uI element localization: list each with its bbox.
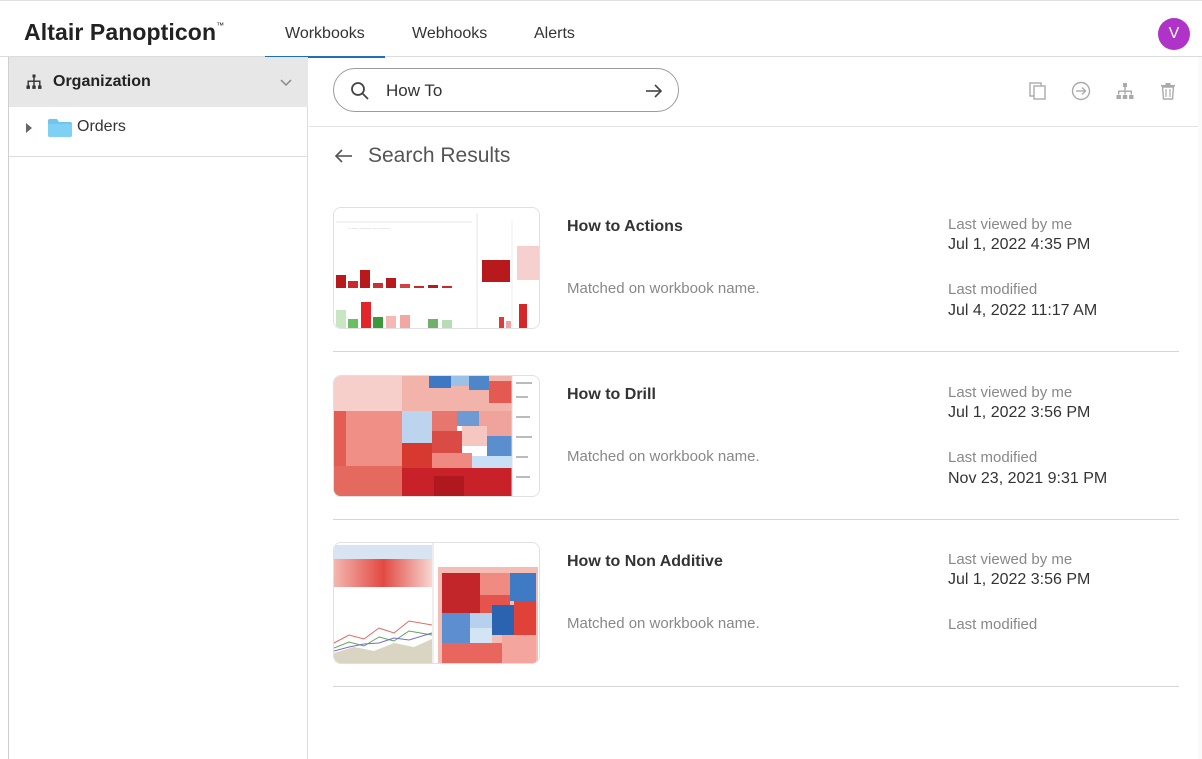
last-modified-label: Last modified (948, 616, 1038, 633)
search-input[interactable] (386, 78, 626, 104)
last-modified-value: Nov 23, 2021 9:31 PM (948, 470, 1108, 487)
folder-icon (48, 119, 72, 137)
svg-text:~ ~~~ ~~~~~ ~~ ~~~~~: ~ ~~~ ~~~~~ ~~ ~~~~~ (348, 226, 390, 231)
sidebar-title: Organization (53, 73, 151, 90)
thumbnail-image (334, 376, 539, 496)
back-arrow-icon[interactable] (333, 147, 353, 165)
result-item[interactable]: ~ ~~~ ~~~~~ ~~ ~~~~~ How to Actions Matc… (333, 184, 1179, 352)
last-viewed-value: Jul 1, 2022 3:56 PM (948, 404, 1091, 421)
last-viewed-value: Jul 1, 2022 3:56 PM (948, 571, 1091, 588)
match-reason: Matched on workbook name. (567, 448, 760, 465)
workbook-name[interactable]: How to Non Additive (567, 553, 723, 571)
workbook-name[interactable]: How to Drill (567, 386, 656, 404)
scrollbar[interactable] (1198, 57, 1202, 759)
tree-item-orders[interactable]: Orders (9, 107, 308, 157)
last-modified-label: Last modified (948, 449, 1038, 466)
workbook-name[interactable]: How to Actions (567, 218, 683, 236)
thumbnail-image (334, 543, 539, 663)
match-reason: Matched on workbook name. (567, 280, 760, 297)
tree-item-label: Orders (77, 118, 126, 135)
search-box (333, 68, 679, 112)
tab-workbooks[interactable]: Workbooks (265, 14, 385, 58)
thumbnail-image: ~ ~~~ ~~~~~ ~~ ~~~~~ (334, 208, 539, 328)
results-title: Search Results (368, 144, 511, 167)
hierarchy-icon[interactable] (1115, 81, 1135, 101)
last-viewed-label: Last viewed by me (948, 216, 1073, 233)
tab-label: Webhooks (412, 25, 488, 42)
result-item[interactable]: How to Drill Matched on workbook name. L… (333, 352, 1179, 520)
copy-icon[interactable] (1028, 81, 1048, 101)
match-reason: Matched on workbook name. (567, 615, 760, 632)
last-modified-value: Jul 4, 2022 11:17 AM (948, 302, 1098, 319)
last-viewed-value: Jul 1, 2022 4:35 PM (948, 236, 1091, 253)
tab-label: Alerts (534, 25, 575, 42)
trash-icon[interactable] (1158, 81, 1178, 101)
tab-webhooks[interactable]: Webhooks (392, 14, 507, 58)
result-item[interactable]: How to Non Additive Matched on workbook … (333, 519, 1179, 687)
workbook-thumbnail[interactable]: ~ ~~~ ~~~~~ ~~ ~~~~~ (333, 207, 540, 329)
last-modified-label: Last modified (948, 281, 1038, 298)
app-logo: Altair Panopticon™ (24, 19, 225, 45)
main-toolbar (309, 57, 1202, 127)
last-viewed-label: Last viewed by me (948, 384, 1073, 401)
caret-right-icon[interactable] (25, 123, 33, 133)
top-bar: Altair Panopticon™ Workbooks Webhooks Al… (0, 0, 1202, 58)
move-icon[interactable] (1071, 81, 1091, 101)
chevron-down-icon[interactable] (279, 75, 293, 89)
search-icon (351, 82, 369, 100)
arrow-right-icon[interactable] (644, 81, 664, 101)
last-viewed-label: Last viewed by me (948, 551, 1073, 568)
tab-alerts[interactable]: Alerts (514, 14, 595, 58)
workbook-thumbnail[interactable] (333, 542, 540, 664)
workbook-thumbnail[interactable] (333, 375, 540, 497)
sidebar: Organization Orders (8, 57, 308, 759)
tab-label: Workbooks (285, 25, 365, 42)
sidebar-header[interactable]: Organization (9, 57, 308, 107)
organization-icon (26, 74, 42, 89)
avatar[interactable]: V (1158, 18, 1190, 50)
